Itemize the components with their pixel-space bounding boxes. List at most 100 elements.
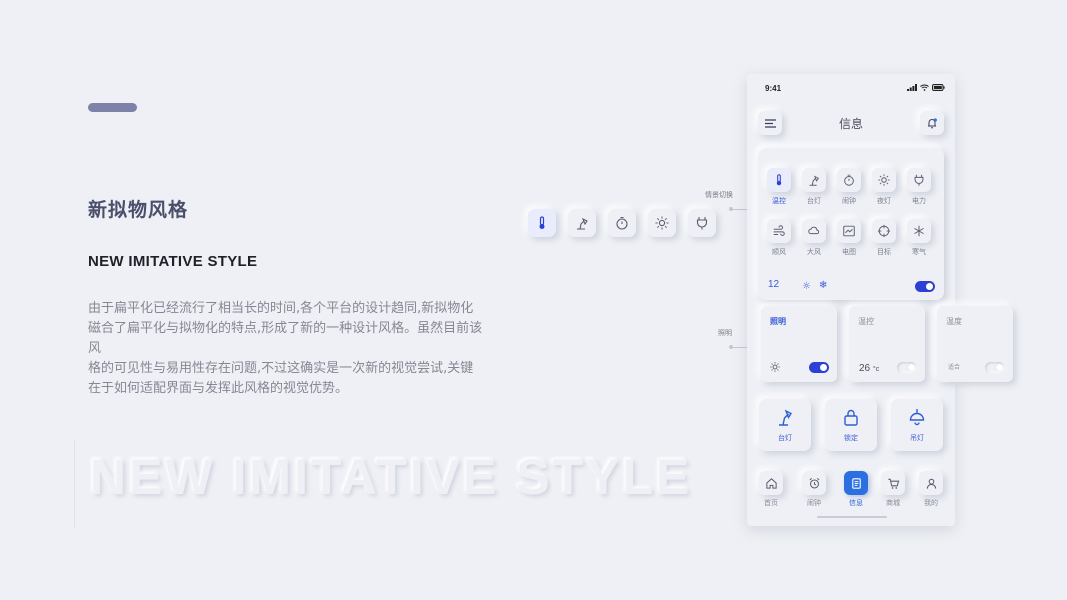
tab-label: 闹钟 bbox=[807, 499, 821, 507]
section-title-cn: 新拟物风格 bbox=[88, 199, 189, 221]
accent-bar bbox=[88, 103, 137, 112]
scene-label: 寒气 bbox=[912, 248, 926, 256]
desk-lamp-icon[interactable] bbox=[568, 209, 596, 237]
temperature-card[interactable]: 温度 适合 bbox=[937, 306, 1013, 382]
document-icon bbox=[844, 471, 868, 495]
divider bbox=[74, 440, 75, 528]
scene-item-power[interactable]: 电力 bbox=[906, 168, 932, 206]
scene-label: 大风 bbox=[807, 248, 821, 256]
scene-label: 顺风 bbox=[772, 248, 786, 256]
tab-mall[interactable]: 商城 bbox=[879, 471, 907, 508]
desk-lamp-button[interactable]: 台灯 bbox=[759, 399, 811, 451]
alarm-clock-icon bbox=[802, 471, 826, 495]
scene-toggle[interactable] bbox=[915, 281, 935, 292]
temperature-number: 26 bbox=[859, 363, 871, 374]
status-time: 9:41 bbox=[765, 84, 782, 93]
action-label: 锁定 bbox=[844, 434, 858, 442]
temperature-value: 26 °c bbox=[859, 363, 879, 374]
tab-label: 我的 bbox=[924, 499, 938, 507]
scene-label: 闹钟 bbox=[842, 197, 856, 205]
floating-icon-row bbox=[528, 209, 716, 237]
sun-mode-icon[interactable]: ☼ bbox=[802, 281, 811, 292]
description: 由于扁平化已经流行了相当长的时间,各个平台的设计趋同,新拟物化 磁合了扁平化与拟… bbox=[88, 299, 498, 399]
annotation-scene-switch: 情景切换 bbox=[705, 191, 733, 199]
timer-icon[interactable] bbox=[608, 209, 636, 237]
scene-item-tailwind[interactable]: 顺风 bbox=[766, 219, 792, 257]
battery-icon bbox=[932, 84, 945, 91]
timer-icon bbox=[837, 168, 861, 192]
tab-alarm[interactable]: 闹钟 bbox=[800, 471, 828, 508]
tab-label: 首页 bbox=[764, 499, 778, 507]
temperature-unit: °c bbox=[872, 366, 880, 373]
scene-item-night-light[interactable]: 夜灯 bbox=[871, 168, 897, 206]
temperature-number: 12 bbox=[768, 279, 780, 290]
scene-item-desk-lamp[interactable]: 台灯 bbox=[801, 168, 827, 206]
card-title: 照明 bbox=[770, 317, 786, 326]
card-title: 温控 bbox=[858, 317, 874, 326]
annotation-lighting: 照明 bbox=[718, 329, 732, 337]
pendant-lamp-button[interactable]: 吊灯 bbox=[891, 399, 943, 451]
chart-icon bbox=[837, 219, 861, 243]
temperature-toggle[interactable] bbox=[985, 362, 1005, 373]
scene-card: 温控 台灯 闹钟 夜灯 电力 顺风 大风 电图 目标 寒气 12 ☼ ❄ bbox=[758, 148, 944, 300]
description-line: 风 bbox=[88, 341, 102, 356]
plug-icon[interactable] bbox=[688, 209, 716, 237]
plug-icon bbox=[907, 168, 931, 192]
action-label: 台灯 bbox=[778, 434, 792, 442]
scene-item-strong-wind[interactable]: 大风 bbox=[801, 219, 827, 257]
snowflake-icon bbox=[907, 219, 931, 243]
action-label: 吊灯 bbox=[910, 434, 924, 442]
description-line: 磁合了扁平化与拟物化的特点,形成了新的一种设计风格。虽然目前该 bbox=[88, 321, 483, 336]
notification-button[interactable] bbox=[920, 111, 944, 135]
scene-item-target[interactable]: 目标 bbox=[871, 219, 897, 257]
desk-lamp-icon bbox=[802, 168, 826, 192]
scene-item-alarm[interactable]: 闹钟 bbox=[836, 168, 862, 206]
thermometer-icon[interactable] bbox=[528, 209, 556, 237]
phone-mockup: 9:41 信息 温控 台灯 闹钟 夜灯 电力 顺风 大风 电图 目标 寒气 12… bbox=[747, 74, 1013, 526]
snow-mode-icon[interactable]: ❄ bbox=[819, 280, 827, 291]
scene-label: 夜灯 bbox=[877, 197, 891, 205]
watermark-text: NEW IMITATIVE STYLE bbox=[90, 449, 693, 505]
cloud-icon bbox=[802, 219, 826, 243]
wifi-icon bbox=[920, 84, 929, 91]
thermostat-toggle[interactable] bbox=[897, 362, 917, 373]
scene-label: 目标 bbox=[877, 248, 891, 256]
lighting-toggle[interactable] bbox=[809, 362, 829, 373]
scene-label: 电力 bbox=[912, 197, 926, 205]
tab-label: 信息 bbox=[849, 499, 863, 507]
scene-item-chart[interactable]: 电图 bbox=[836, 219, 862, 257]
tab-home[interactable]: 首页 bbox=[757, 471, 785, 508]
sun-icon[interactable] bbox=[648, 209, 676, 237]
lock-button[interactable]: 锁定 bbox=[825, 399, 877, 451]
scene-item-thermostat[interactable]: 温控 bbox=[766, 168, 792, 206]
thermometer-icon bbox=[767, 168, 791, 192]
sun-icon bbox=[872, 168, 896, 192]
wind-icon bbox=[767, 219, 791, 243]
tab-label: 商城 bbox=[886, 499, 900, 507]
scene-item-cold[interactable]: 寒气 bbox=[906, 219, 932, 257]
user-icon bbox=[919, 471, 943, 495]
scene-label: 温控 bbox=[772, 197, 786, 205]
tab-info[interactable]: 信息 bbox=[842, 471, 870, 508]
cart-icon bbox=[881, 471, 905, 495]
lighting-card[interactable]: 照明 bbox=[761, 306, 837, 382]
sun-icon bbox=[770, 362, 780, 372]
description-line: 格的可见性与易用性存在问题,不过这确实是一次新的视觉尝试,关键 bbox=[88, 361, 474, 376]
description-line: 在于如何适配界面与发挥此风格的视觉优势。 bbox=[88, 381, 349, 396]
description-line: 由于扁平化已经流行了相当长的时间,各个平台的设计趋同,新拟物化 bbox=[88, 301, 474, 316]
card-status: 适合 bbox=[948, 364, 961, 371]
thermostat-card[interactable]: 温控 26 °c bbox=[849, 306, 925, 382]
section-title-en: NEW IMITATIVE STYLE bbox=[88, 253, 258, 270]
status-icons bbox=[907, 84, 945, 91]
scene-label: 电图 bbox=[842, 248, 856, 256]
target-icon bbox=[872, 219, 896, 243]
signal-icon bbox=[907, 84, 917, 91]
card-title: 温度 bbox=[946, 317, 962, 326]
desk-lamp-icon bbox=[779, 409, 793, 426]
bell-icon bbox=[928, 118, 937, 129]
tab-profile[interactable]: 我的 bbox=[917, 471, 945, 508]
home-icon bbox=[759, 471, 783, 495]
scene-label: 台灯 bbox=[807, 197, 821, 205]
lock-icon bbox=[844, 409, 858, 426]
pendant-lamp-icon bbox=[909, 409, 925, 426]
